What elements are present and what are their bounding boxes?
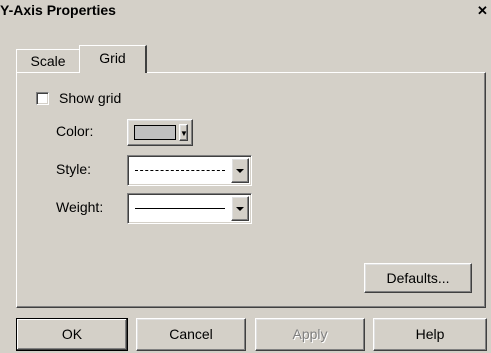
ok-button[interactable]: OK <box>16 318 128 351</box>
cancel-button[interactable]: Cancel <box>136 318 246 351</box>
weight-dropdown[interactable] <box>127 193 252 224</box>
dashed-line-preview <box>135 156 225 185</box>
help-button[interactable]: Help <box>373 318 487 351</box>
weight-label: Weight: <box>56 199 104 215</box>
defaults-button[interactable]: Defaults... <box>364 263 472 293</box>
close-icon[interactable]: ✕ <box>474 4 491 19</box>
tab-grid[interactable]: Grid <box>79 45 147 73</box>
show-grid-checkbox[interactable] <box>36 91 49 105</box>
color-swatch <box>134 125 176 140</box>
tab-scale[interactable]: Scale <box>16 49 80 72</box>
style-label: Style: <box>56 161 92 177</box>
color-picker-button[interactable]: ▼ <box>127 119 193 146</box>
show-grid-option[interactable]: Show grid <box>36 90 121 106</box>
style-dropdown[interactable] <box>127 155 252 186</box>
apply-button[interactable]: Apply <box>255 318 365 351</box>
title-bar[interactable]: Y-Axis Properties ✕ <box>0 0 491 21</box>
chevron-down-icon: ▼ <box>179 124 188 141</box>
solid-line-preview <box>135 194 225 223</box>
chevron-down-icon[interactable] <box>231 196 249 221</box>
chevron-down-icon[interactable] <box>231 158 249 183</box>
show-grid-label: Show grid <box>59 90 122 106</box>
window-title: Y-Axis Properties <box>0 2 116 18</box>
color-label: Color: <box>56 123 94 139</box>
